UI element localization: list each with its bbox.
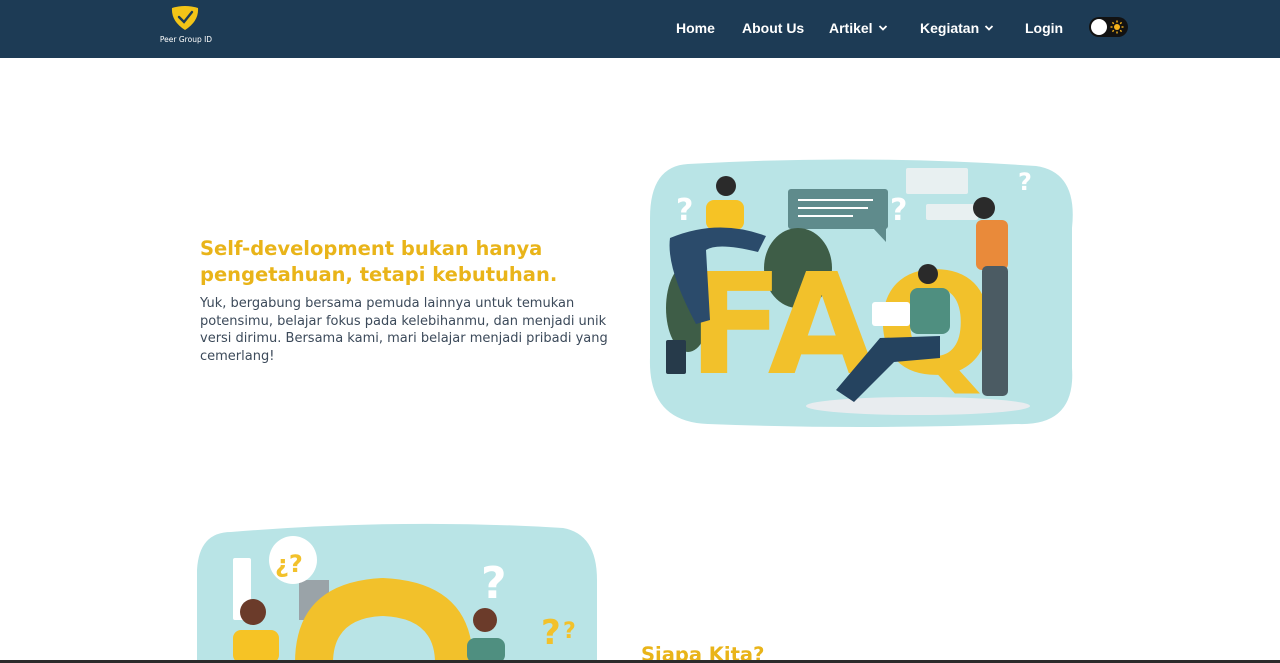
svg-text:?: ? <box>563 619 576 644</box>
theme-toggle[interactable] <box>1089 17 1128 37</box>
toggle-knob <box>1091 19 1107 35</box>
thought-bubble-text: ¿? <box>275 550 303 578</box>
brand-name: Peer Group ID <box>159 35 213 44</box>
sun-icon <box>1110 20 1124 34</box>
chevron-down-icon <box>878 25 887 31</box>
navbar: Peer Group ID Home About Us Artikel Kegi… <box>0 0 1280 58</box>
nav-home-label: Home <box>676 20 715 36</box>
hero-description: Yuk, bergabung bersama pemuda lainnya un… <box>200 296 608 364</box>
hero-title: Self-development bukan hanya pengetahuan… <box>200 237 558 286</box>
nav-home[interactable]: Home <box>676 19 715 37</box>
svg-text:?: ? <box>890 193 907 228</box>
brand-logo[interactable]: Peer Group ID <box>158 5 214 47</box>
svg-text:?: ? <box>676 193 693 228</box>
svg-text:?: ? <box>1018 168 1032 196</box>
svg-text:?: ? <box>481 558 507 609</box>
shield-check-logo-icon <box>171 6 199 30</box>
nav-artikel-label: Artikel <box>829 20 873 36</box>
svg-text:?: ? <box>541 613 561 653</box>
nav-kegiatan-dropdown[interactable]: Kegiatan <box>920 19 994 37</box>
nav-about-us[interactable]: About Us <box>742 19 804 37</box>
question-illustration: ¿? ? ? ? <box>197 523 597 663</box>
nav-about-label: About Us <box>742 20 805 36</box>
nav-artikel-dropdown[interactable]: Artikel <box>829 19 888 37</box>
faq-illustration: ? ? ? FAQ <box>649 159 1073 428</box>
nav-login-label: Login <box>1025 20 1064 36</box>
nav-login[interactable]: Login <box>1025 19 1063 37</box>
chevron-down-icon <box>984 25 994 31</box>
nav-kegiatan-label: Kegiatan <box>920 20 980 36</box>
